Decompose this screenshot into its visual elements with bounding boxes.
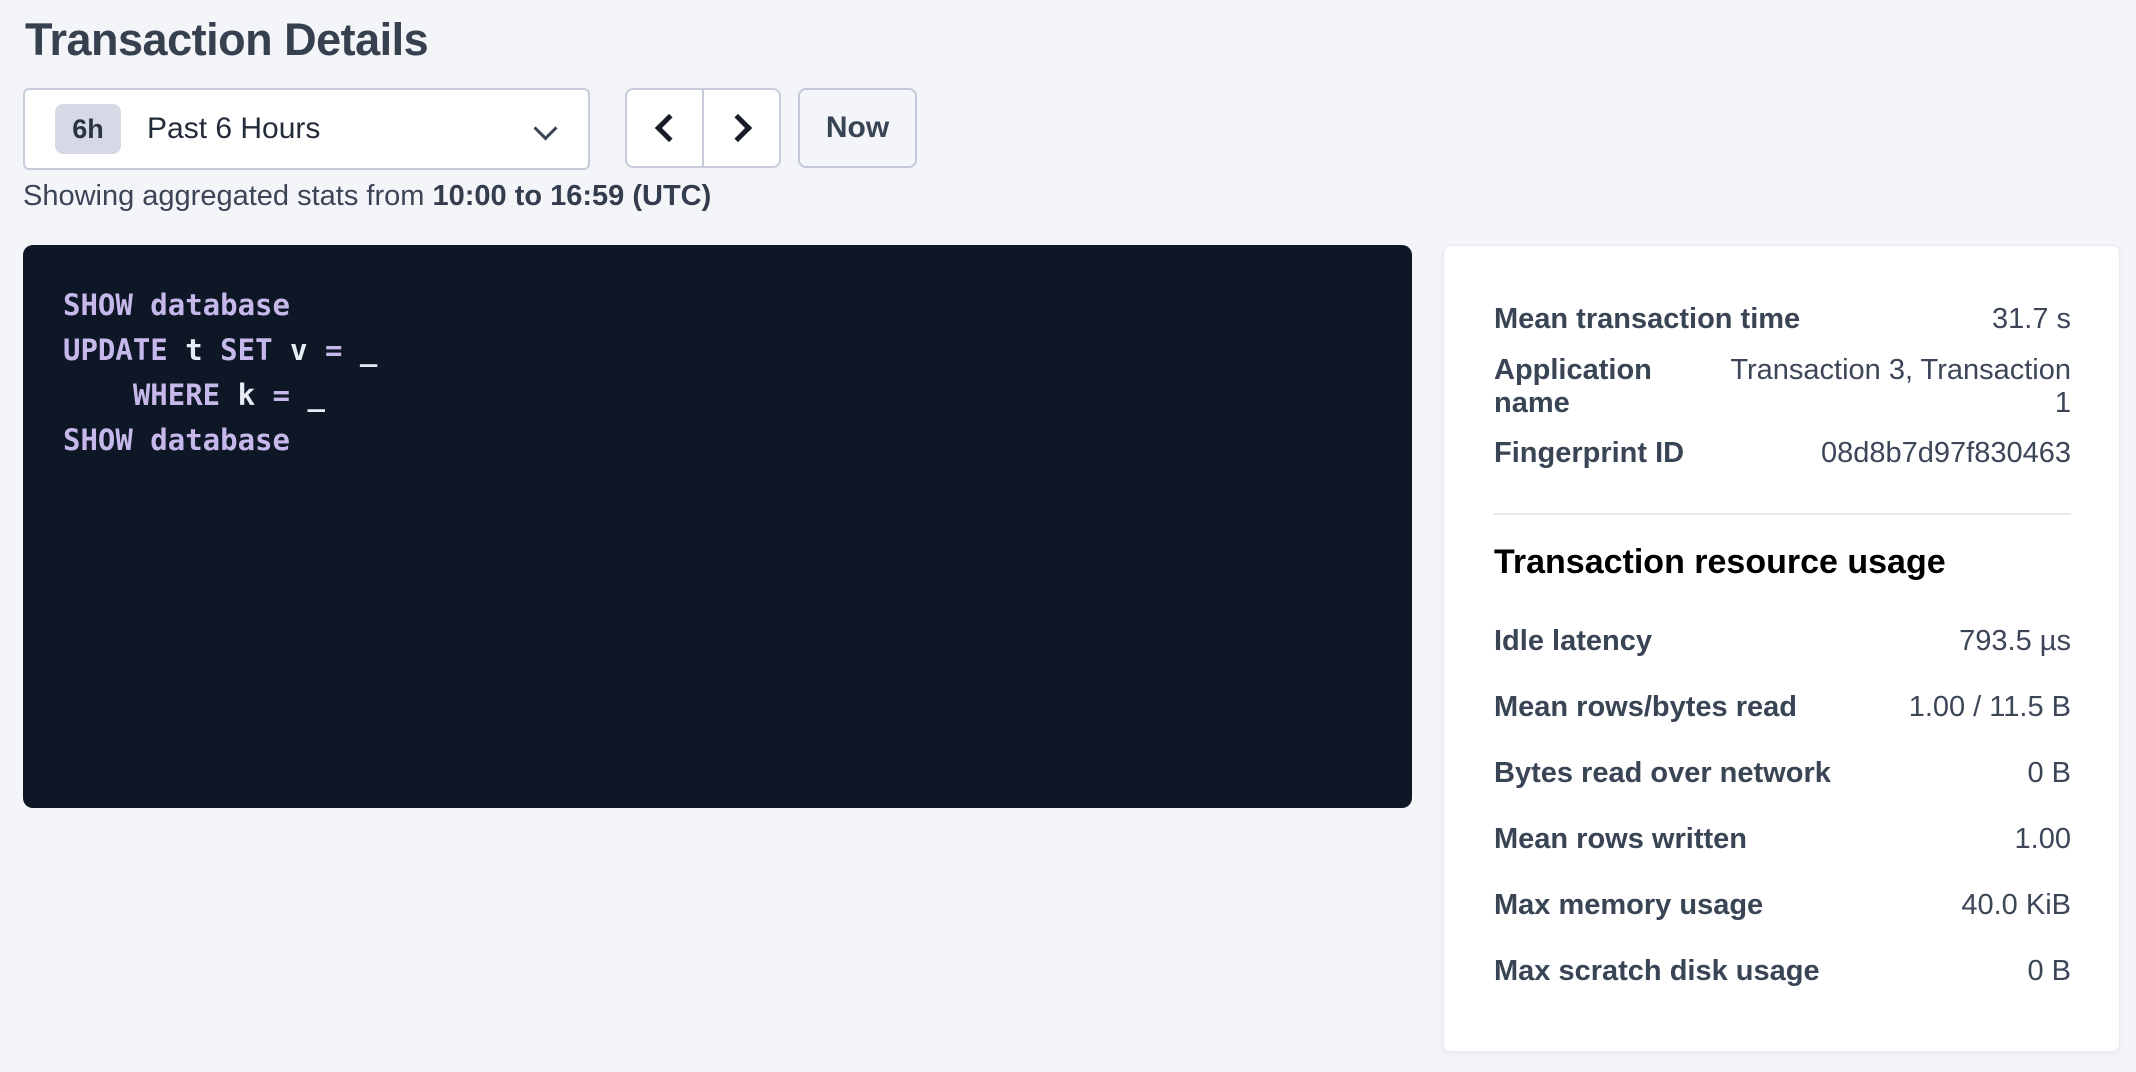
usage-rows: Idle latency 793.5 µs Mean rows/bytes read… xyxy=(1494,608,2071,1004)
stat-value: 31.7 s xyxy=(1992,303,2071,336)
chevron-left-icon xyxy=(654,114,682,142)
transaction-sql-statements: SHOW database UPDATE t SET v = _ WHERE k… xyxy=(23,245,1412,808)
sql-keyword: SET xyxy=(220,333,272,367)
sql-keyword: SHOW database xyxy=(63,288,290,322)
time-range-dropdown[interactable]: 6h Past 6 Hours xyxy=(23,88,590,170)
stat-row: Mean rows/bytes read 1.00 / 11.5 B xyxy=(1494,674,2071,740)
sql-keyword: UPDATE xyxy=(63,333,168,367)
stat-label: Application name xyxy=(1494,354,1724,420)
stat-row: Max scratch disk usage 0 B xyxy=(1494,938,2071,1004)
card-divider xyxy=(1494,513,2071,515)
stat-row: Max memory usage 40.0 KiB xyxy=(1494,872,2071,938)
sql-identifier: k xyxy=(220,378,272,412)
stat-value: 40.0 KiB xyxy=(1961,889,2071,922)
time-window-nav xyxy=(625,88,781,168)
resource-usage-section-title: Transaction resource usage xyxy=(1494,543,2071,582)
previous-time-window-button[interactable] xyxy=(627,90,702,166)
sql-keyword: SHOW database xyxy=(63,423,290,457)
stat-row: Application nameTransaction 3, Transacti… xyxy=(1494,353,2071,420)
stat-value: 793.5 µs xyxy=(1959,625,2071,658)
summary-rows: Mean transaction time 31.7 s Application n… xyxy=(1494,286,2071,487)
sql-keyword: = xyxy=(325,333,342,367)
stat-label: Fingerprint ID xyxy=(1494,437,1684,470)
aggregated-stats-prefix: Showing aggregated stats from xyxy=(23,180,432,212)
stat-row: Idle latency 793.5 µs xyxy=(1494,608,2071,674)
stat-value: 0 B xyxy=(2027,757,2071,790)
stat-row: Fingerprint ID 08d8b7d97f830463 xyxy=(1494,420,2071,487)
stat-value: 1.00 / 11.5 B xyxy=(1909,691,2071,724)
page-title: Transaction Details xyxy=(25,14,428,66)
stat-label: Mean transaction time xyxy=(1494,303,1800,336)
stat-value: 0 B xyxy=(2027,955,2071,988)
stat-value: 1.00 xyxy=(2015,823,2071,856)
sql-identifier: _ xyxy=(342,333,377,367)
stat-label: Max memory usage xyxy=(1494,889,1763,922)
chevron-right-icon xyxy=(723,114,751,142)
time-range-selected-label: Past 6 Hours xyxy=(147,112,320,146)
sql-keyword: WHERE xyxy=(133,378,220,412)
stat-label: Idle latency xyxy=(1494,625,1652,658)
next-time-window-button[interactable] xyxy=(702,90,779,166)
stat-label: Max scratch disk usage xyxy=(1494,955,1820,988)
now-button[interactable]: Now xyxy=(798,88,917,168)
aggregated-stats-range: 10:00 to 16:59 (UTC) xyxy=(432,180,711,212)
stat-value: 08d8b7d97f830463 xyxy=(1821,437,2071,470)
stat-value: Transaction 3, Transaction 1 xyxy=(1724,354,2071,420)
transaction-details-card: Mean transaction time 31.7 s Application n… xyxy=(1443,245,2120,1052)
time-range-badge: 6h xyxy=(55,104,121,154)
sql-identifier xyxy=(63,378,133,412)
stat-row: Bytes read over network 0 B xyxy=(1494,740,2071,806)
aggregated-stats-caption: Showing aggregated stats from 10:00 to 1… xyxy=(23,180,711,213)
stat-row: Mean rows written 1.00 xyxy=(1494,806,2071,872)
sql-code: SHOW database UPDATE t SET v = _ WHERE k… xyxy=(63,283,1372,463)
stat-label: Mean rows/bytes read xyxy=(1494,691,1797,724)
stat-row: Mean transaction time 31.7 s xyxy=(1494,286,2071,353)
stat-label: Bytes read over network xyxy=(1494,757,1831,790)
sql-keyword: = xyxy=(273,378,290,412)
sql-identifier: _ xyxy=(290,378,325,412)
stat-label: Mean rows written xyxy=(1494,823,1747,856)
sql-identifier: v xyxy=(273,333,325,367)
chevron-down-icon xyxy=(533,116,557,140)
sql-identifier: t xyxy=(168,333,220,367)
